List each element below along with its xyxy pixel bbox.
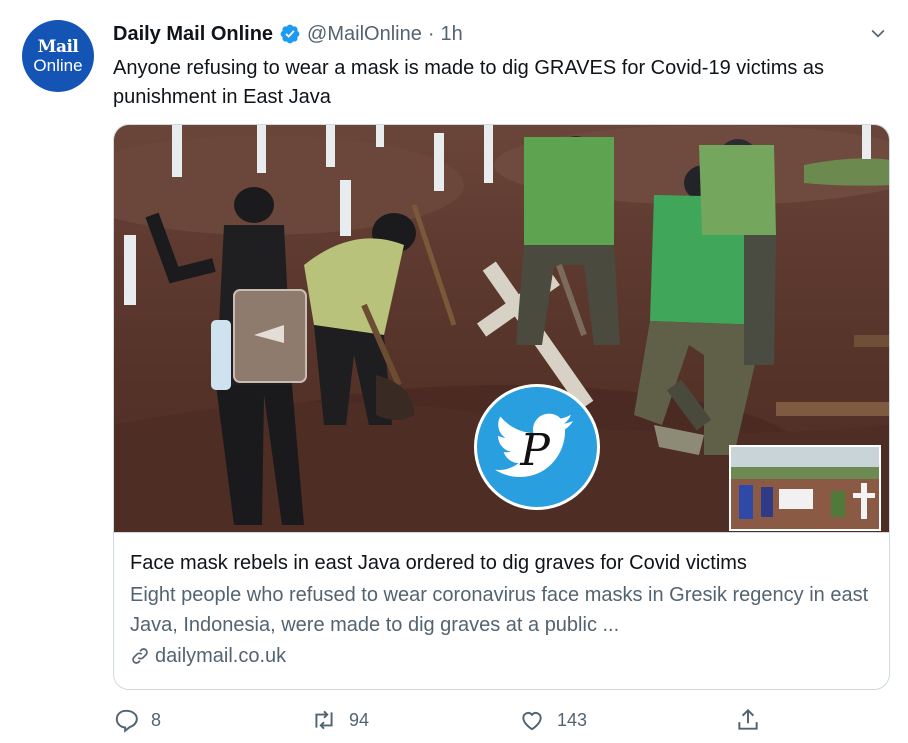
tweet-text: Anyone refusing to wear a mask is made t…: [113, 57, 825, 108]
header-separator: ·: [427, 22, 435, 45]
reply-icon: [115, 709, 138, 733]
retweet-icon: [315, 710, 333, 730]
avatar-logo-line1: Mail: [37, 36, 79, 57]
card-description: Eight people who refused to wear coronav…: [130, 584, 869, 636]
retweet-count: 94: [349, 709, 370, 730]
reply-button[interactable]: 8: [113, 705, 161, 735]
chevron-down-icon[interactable]: [868, 23, 888, 43]
card-domain-text: dailymail.co.uk: [155, 645, 287, 667]
twitter-watermark-logo: P: [474, 384, 600, 510]
inset-photo: [729, 445, 881, 531]
account-handle[interactable]: @MailOnline: [307, 23, 422, 46]
share-button[interactable]: [735, 705, 761, 735]
card-title: Face mask rebels in east Java ordered to…: [130, 552, 747, 574]
tweet-timestamp[interactable]: 1h: [441, 23, 463, 46]
tweet-actions: 8 94 143: [113, 705, 773, 735]
card-domain: dailymail.co.uk: [130, 643, 875, 669]
share-icon: [738, 708, 758, 730]
watermark-letter: P: [519, 425, 551, 476]
reply-count: 8: [151, 709, 162, 730]
bird-icon: P: [495, 413, 573, 477]
tweet-header: Daily Mail Online @MailOnline · 1h: [113, 21, 888, 47]
like-count: 143: [557, 709, 588, 730]
card-body[interactable]: Face mask rebels in east Java ordered to…: [114, 532, 889, 689]
inset-scene: [731, 447, 879, 529]
retweet-button[interactable]: 94: [311, 705, 369, 735]
verified-badge-icon: [280, 24, 300, 44]
avatar[interactable]: Mail Online: [22, 20, 94, 92]
link-icon: [132, 648, 148, 664]
card-image[interactable]: P: [114, 125, 889, 532]
like-button[interactable]: 143: [519, 705, 587, 735]
avatar-logo-line2: Online: [33, 55, 83, 75]
link-card[interactable]: P Face mask rebels in east Java ordered …: [113, 124, 890, 690]
account-name[interactable]: Daily Mail Online: [113, 23, 273, 46]
like-icon: [522, 712, 542, 731]
